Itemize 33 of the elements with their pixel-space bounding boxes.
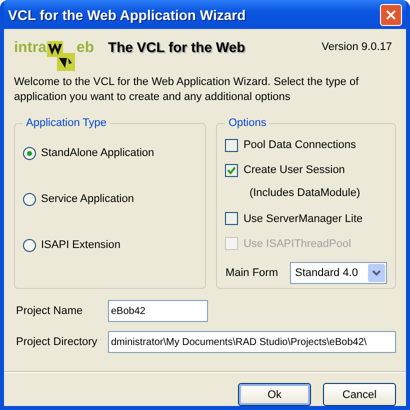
radio-label: ISAPI Extension [41, 239, 120, 251]
tagline: The VCL for the Web [108, 39, 246, 55]
checkbox[interactable] [225, 164, 238, 177]
field-label: Project Name [16, 305, 84, 317]
logo-text: eb [76, 39, 94, 56]
cancel-button[interactable]: Cancel [323, 383, 396, 406]
group-title: Options [227, 117, 268, 129]
ok-button[interactable]: Ok [238, 383, 311, 406]
checkbox[interactable] [225, 212, 238, 226]
logo-icon [46, 41, 77, 71]
intro-text: Welcome to the VCL for the Web Application Wizard. Select the type of application you want to create and any additional options [14, 75, 360, 105]
project-directory-field[interactable]: dministrator\My Documents\RAD Studio\Projects\eBob42\ [108, 331, 396, 353]
checkbox-label: Create User Session [243, 164, 345, 176]
checkbox-label: Pool Data Connections [243, 139, 356, 152]
radio-button[interactable] [23, 192, 36, 206]
field-label: Project Directory [16, 336, 98, 348]
version-label: Version 9.0.17 [322, 41, 392, 53]
chevron-down-icon [372, 270, 381, 276]
group-title: Application Type [25, 117, 108, 129]
checkbox[interactable] [225, 138, 238, 152]
checkbox-label: Use ISAPIThreadPool [243, 238, 352, 250]
radio-label: Service Application [41, 193, 134, 205]
field-label: Main Form [225, 267, 278, 280]
radio-label: StandAlone Application [41, 147, 154, 159]
radio-button[interactable] [23, 238, 36, 252]
close-button[interactable]: × [380, 4, 402, 26]
note-text: (Includes DataModule) [249, 186, 362, 200]
main-form-dropdown[interactable]: Standard 4.0 [290, 262, 387, 284]
logo-text: intra [14, 39, 47, 56]
radio-button[interactable] [23, 146, 36, 160]
checkbox-label: Use ServerManager Lite [243, 212, 363, 225]
window-title: VCL for the Web Application Wizard [8, 6, 246, 22]
project-name-field[interactable]: eBob42 [108, 300, 208, 322]
